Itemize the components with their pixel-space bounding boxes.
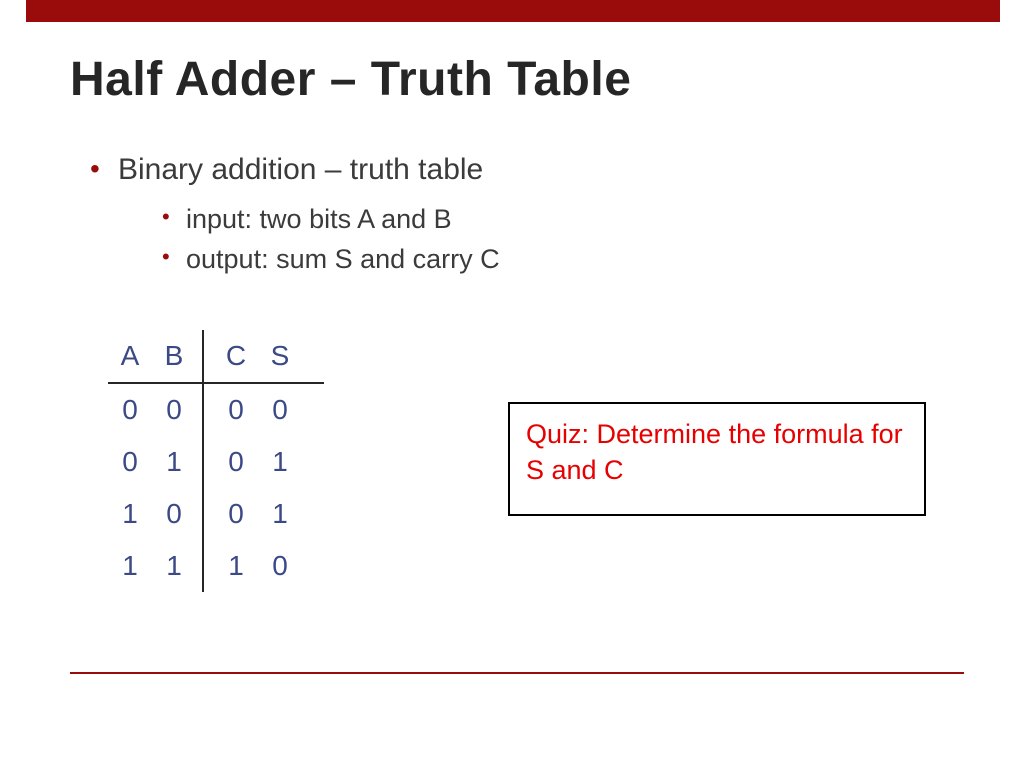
bullet-item: Binary addition – truth table input: two… — [90, 150, 964, 280]
bullet-sub-item: output: sum S and carry C — [162, 239, 964, 280]
quiz-text: Quiz: Determine the formula for S and C — [526, 416, 908, 489]
table-row: 0 1 0 1 — [108, 436, 324, 488]
content-area: Binary addition – truth table input: two… — [70, 150, 964, 280]
cell-S: 1 — [258, 446, 302, 478]
truth-table: A B C S 0 0 0 0 0 1 0 1 1 0 — [108, 330, 324, 592]
slide: Half Adder – Truth Table Binary addition… — [0, 0, 1024, 768]
bullet-list-level1: Binary addition – truth table input: two… — [70, 150, 964, 280]
bullet-sub-text: input: two bits A and B — [186, 204, 452, 234]
bottom-divider — [70, 672, 964, 674]
cell-C: 0 — [214, 446, 258, 478]
vertical-divider — [202, 384, 204, 436]
cell-A: 1 — [108, 498, 152, 530]
table-row: 1 0 0 1 — [108, 488, 324, 540]
cell-A: 0 — [108, 394, 152, 426]
col-header-C: C — [214, 340, 258, 372]
cell-C: 0 — [214, 498, 258, 530]
cell-B: 0 — [152, 498, 196, 530]
slide-title: Half Adder – Truth Table — [70, 52, 631, 107]
table-row: 1 1 1 0 — [108, 540, 324, 592]
quiz-box: Quiz: Determine the formula for S and C — [508, 402, 926, 516]
table-header-row: A B C S — [108, 330, 324, 382]
col-header-A: A — [108, 340, 152, 372]
cell-A: 1 — [108, 550, 152, 582]
cell-A: 0 — [108, 446, 152, 478]
vertical-divider — [202, 436, 204, 488]
vertical-divider — [202, 488, 204, 540]
cell-B: 0 — [152, 394, 196, 426]
bullet-text: Binary addition – truth table — [118, 153, 483, 186]
cell-C: 0 — [214, 394, 258, 426]
top-accent-bar — [26, 0, 1000, 22]
table-row: 0 0 0 0 — [108, 384, 324, 436]
bullet-sub-item: input: two bits A and B — [162, 199, 964, 240]
cell-S: 0 — [258, 394, 302, 426]
table-body: 0 0 0 0 0 1 0 1 1 0 0 1 1 1 — [108, 384, 324, 592]
vertical-divider — [202, 540, 204, 592]
cell-B: 1 — [152, 550, 196, 582]
col-header-S: S — [258, 340, 302, 372]
vertical-divider — [202, 330, 204, 382]
cell-C: 1 — [214, 550, 258, 582]
bullet-list-level2: input: two bits A and B output: sum S an… — [118, 199, 964, 280]
cell-B: 1 — [152, 446, 196, 478]
bullet-sub-text: output: sum S and carry C — [186, 244, 500, 274]
cell-S: 1 — [258, 498, 302, 530]
cell-S: 0 — [258, 550, 302, 582]
col-header-B: B — [152, 340, 196, 372]
